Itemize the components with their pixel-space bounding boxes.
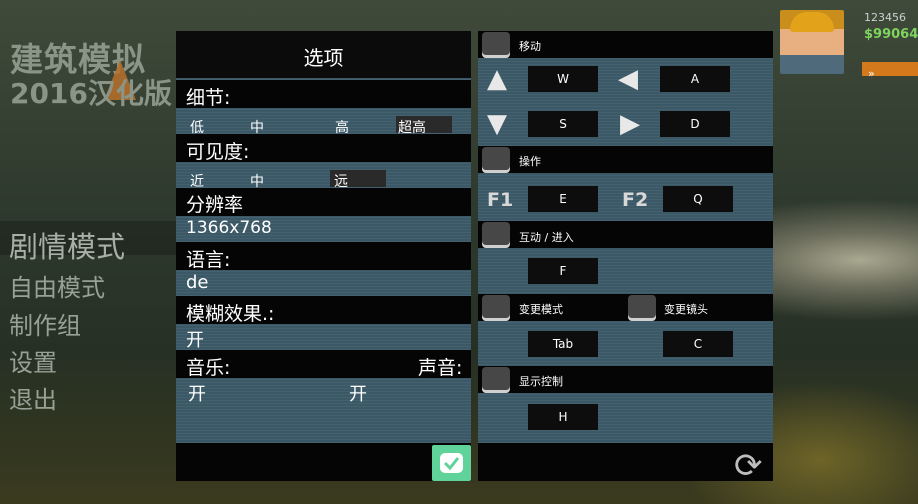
options-title: 选项 [303, 46, 344, 70]
resolution-value[interactable]: 1366x768 [186, 218, 272, 238]
double-chevron-icon[interactable]: » [862, 62, 918, 80]
music-value[interactable]: 开 [188, 380, 206, 406]
arrow-left-icon: ◀ [618, 64, 638, 94]
blur-value[interactable]: 开 [186, 326, 204, 352]
menu-story-mode[interactable]: 剧情模式 [9, 224, 125, 266]
action-checkbox[interactable] [482, 147, 510, 173]
move-label: 移动 [519, 40, 541, 53]
key-down[interactable]: S [528, 111, 598, 137]
change-mode-checkbox[interactable] [482, 295, 510, 321]
helmet-icon [790, 12, 834, 32]
detail-label: 细节: [186, 87, 231, 109]
action-label: 操作 [519, 155, 541, 168]
key-f2[interactable]: Q [663, 186, 733, 212]
menu-free-mode[interactable]: 自由模式 [9, 268, 105, 303]
f1-label: F1 [487, 189, 514, 211]
menu-settings[interactable]: 设置 [9, 343, 57, 378]
key-left[interactable]: A [660, 66, 730, 92]
controls-footer [478, 443, 773, 481]
change-camera-label: 变更镜头 [664, 303, 708, 316]
sound-label: 声音: [418, 357, 463, 379]
player-id: 123456 [864, 11, 906, 24]
refresh-icon[interactable]: ⟳ [734, 446, 763, 486]
key-change-mode[interactable]: Tab [528, 331, 598, 357]
key-change-camera[interactable]: C [663, 331, 733, 357]
change-camera-checkbox[interactable] [628, 295, 656, 321]
show-controls-checkbox[interactable] [482, 367, 510, 393]
arrow-up-icon: ▲ [487, 64, 507, 94]
blur-label: 模糊效果.: [186, 303, 275, 325]
check-icon [440, 453, 463, 473]
arrow-right-icon: ▶ [620, 109, 640, 139]
key-interact[interactable]: F [528, 258, 598, 284]
language-label: 语言: [186, 249, 231, 271]
change-mode-label: 变更模式 [519, 303, 563, 316]
music-label: 音乐: [186, 357, 231, 379]
menu-credits[interactable]: 制作组 [9, 306, 81, 341]
interact-label: 互动 / 进入 [519, 231, 574, 244]
arrow-down-icon: ▼ [487, 109, 507, 139]
menu-exit[interactable]: 退出 [9, 380, 57, 415]
interact-checkbox[interactable] [482, 222, 510, 248]
resolution-label: 分辨率 [186, 194, 244, 216]
money-display: $990648 [864, 27, 918, 42]
game-logo-subtitle: 2016汉化版 [10, 77, 172, 110]
key-up[interactable]: W [528, 66, 598, 92]
confirm-button[interactable] [432, 445, 471, 481]
key-show-controls[interactable]: H [528, 404, 598, 430]
key-right[interactable]: D [660, 111, 730, 137]
visibility-label: 可见度: [186, 141, 250, 163]
f2-label: F2 [622, 189, 649, 211]
sound-value[interactable]: 开 [349, 380, 367, 406]
key-f1[interactable]: E [528, 186, 598, 212]
move-checkbox[interactable] [482, 32, 510, 58]
controls-panel [478, 31, 773, 481]
language-value[interactable]: de [186, 272, 209, 293]
options-footer [176, 443, 471, 481]
show-controls-label: 显示控制 [519, 375, 563, 388]
